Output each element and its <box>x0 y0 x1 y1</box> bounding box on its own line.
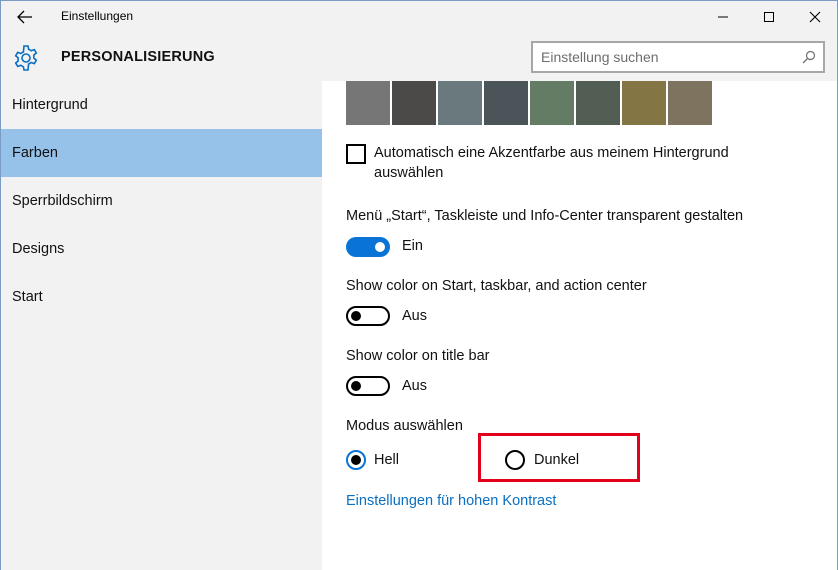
radio-dot <box>351 455 361 465</box>
sidebar-item-sperrbildschirm[interactable]: Sperrbildschirm <box>1 177 322 225</box>
start-color-state: Aus <box>402 308 427 324</box>
transparent-label: Menü „Start“, Taskleiste und Info-Center… <box>346 208 744 224</box>
color-swatch[interactable] <box>392 81 436 125</box>
sidebar-item-hintergrund[interactable]: Hintergrund <box>1 81 322 129</box>
sidebar-item-farben[interactable]: Farben <box>1 129 322 177</box>
search-input[interactable] <box>541 49 791 65</box>
color-swatch[interactable] <box>622 81 666 125</box>
color-swatch[interactable] <box>668 81 712 125</box>
dark-mode-highlight <box>478 433 640 482</box>
toggle-knob <box>351 381 361 391</box>
mode-label: Modus auswählen <box>346 418 463 434</box>
mode-light-radio[interactable] <box>346 450 366 470</box>
title-bar: Einstellungen <box>1 1 837 33</box>
auto-accent-checkbox[interactable] <box>346 144 366 164</box>
color-swatch[interactable] <box>576 81 620 125</box>
close-button[interactable] <box>793 1 837 33</box>
window-title: Einstellungen <box>61 9 134 23</box>
search-box[interactable] <box>531 41 825 73</box>
titlebar-color-label: Show color on title bar <box>346 348 490 364</box>
gear-icon <box>14 45 38 71</box>
color-swatch[interactable] <box>346 81 390 125</box>
back-button[interactable] <box>9 5 41 29</box>
sidebar-item-designs[interactable]: Designs <box>1 225 322 273</box>
titlebar-color-state: Aus <box>402 378 427 394</box>
transparent-state: Ein <box>402 238 423 254</box>
high-contrast-link[interactable]: Einstellungen für hohen Kontrast <box>346 493 556 509</box>
transparent-toggle[interactable] <box>346 237 390 257</box>
start-color-toggle[interactable] <box>346 306 390 326</box>
toggle-knob <box>375 242 385 252</box>
settings-window: Einstellungen PERSONALISIERUNG Einstellu… <box>0 0 838 570</box>
maximize-icon <box>764 12 774 22</box>
titlebar-color-toggle[interactable] <box>346 376 390 396</box>
arrow-left-icon <box>17 10 32 24</box>
search-icon[interactable] <box>801 49 817 65</box>
color-swatch[interactable] <box>484 81 528 125</box>
sidebar-item-start[interactable]: Start <box>1 273 322 321</box>
minimize-icon <box>718 16 728 18</box>
mode-light-label: Hell <box>374 452 399 468</box>
main-content: Automatisch eine Akzentfarbe aus meinem … <box>322 81 837 570</box>
close-icon <box>809 11 821 23</box>
sidebar: Hintergrund Farben Sperrbildschirm Desig… <box>1 81 322 570</box>
page-header: PERSONALISIERUNG <box>1 33 837 81</box>
auto-accent-label: Automatisch eine Akzentfarbe aus meinem … <box>374 145 729 181</box>
maximize-button[interactable] <box>747 1 791 33</box>
page-title: PERSONALISIERUNG <box>61 49 215 65</box>
minimize-button[interactable] <box>701 1 745 33</box>
start-color-label: Show color on Start, taskbar, and action… <box>346 278 647 294</box>
color-swatch[interactable] <box>530 81 574 125</box>
color-swatch[interactable] <box>438 81 482 125</box>
toggle-knob <box>351 311 361 321</box>
